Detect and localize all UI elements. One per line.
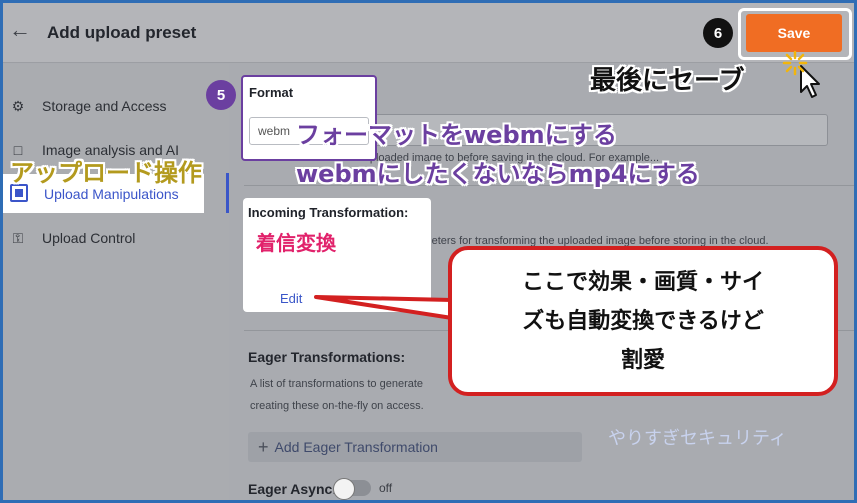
sparkle-icon [782,50,808,76]
callout-tail-cover [446,303,448,315]
